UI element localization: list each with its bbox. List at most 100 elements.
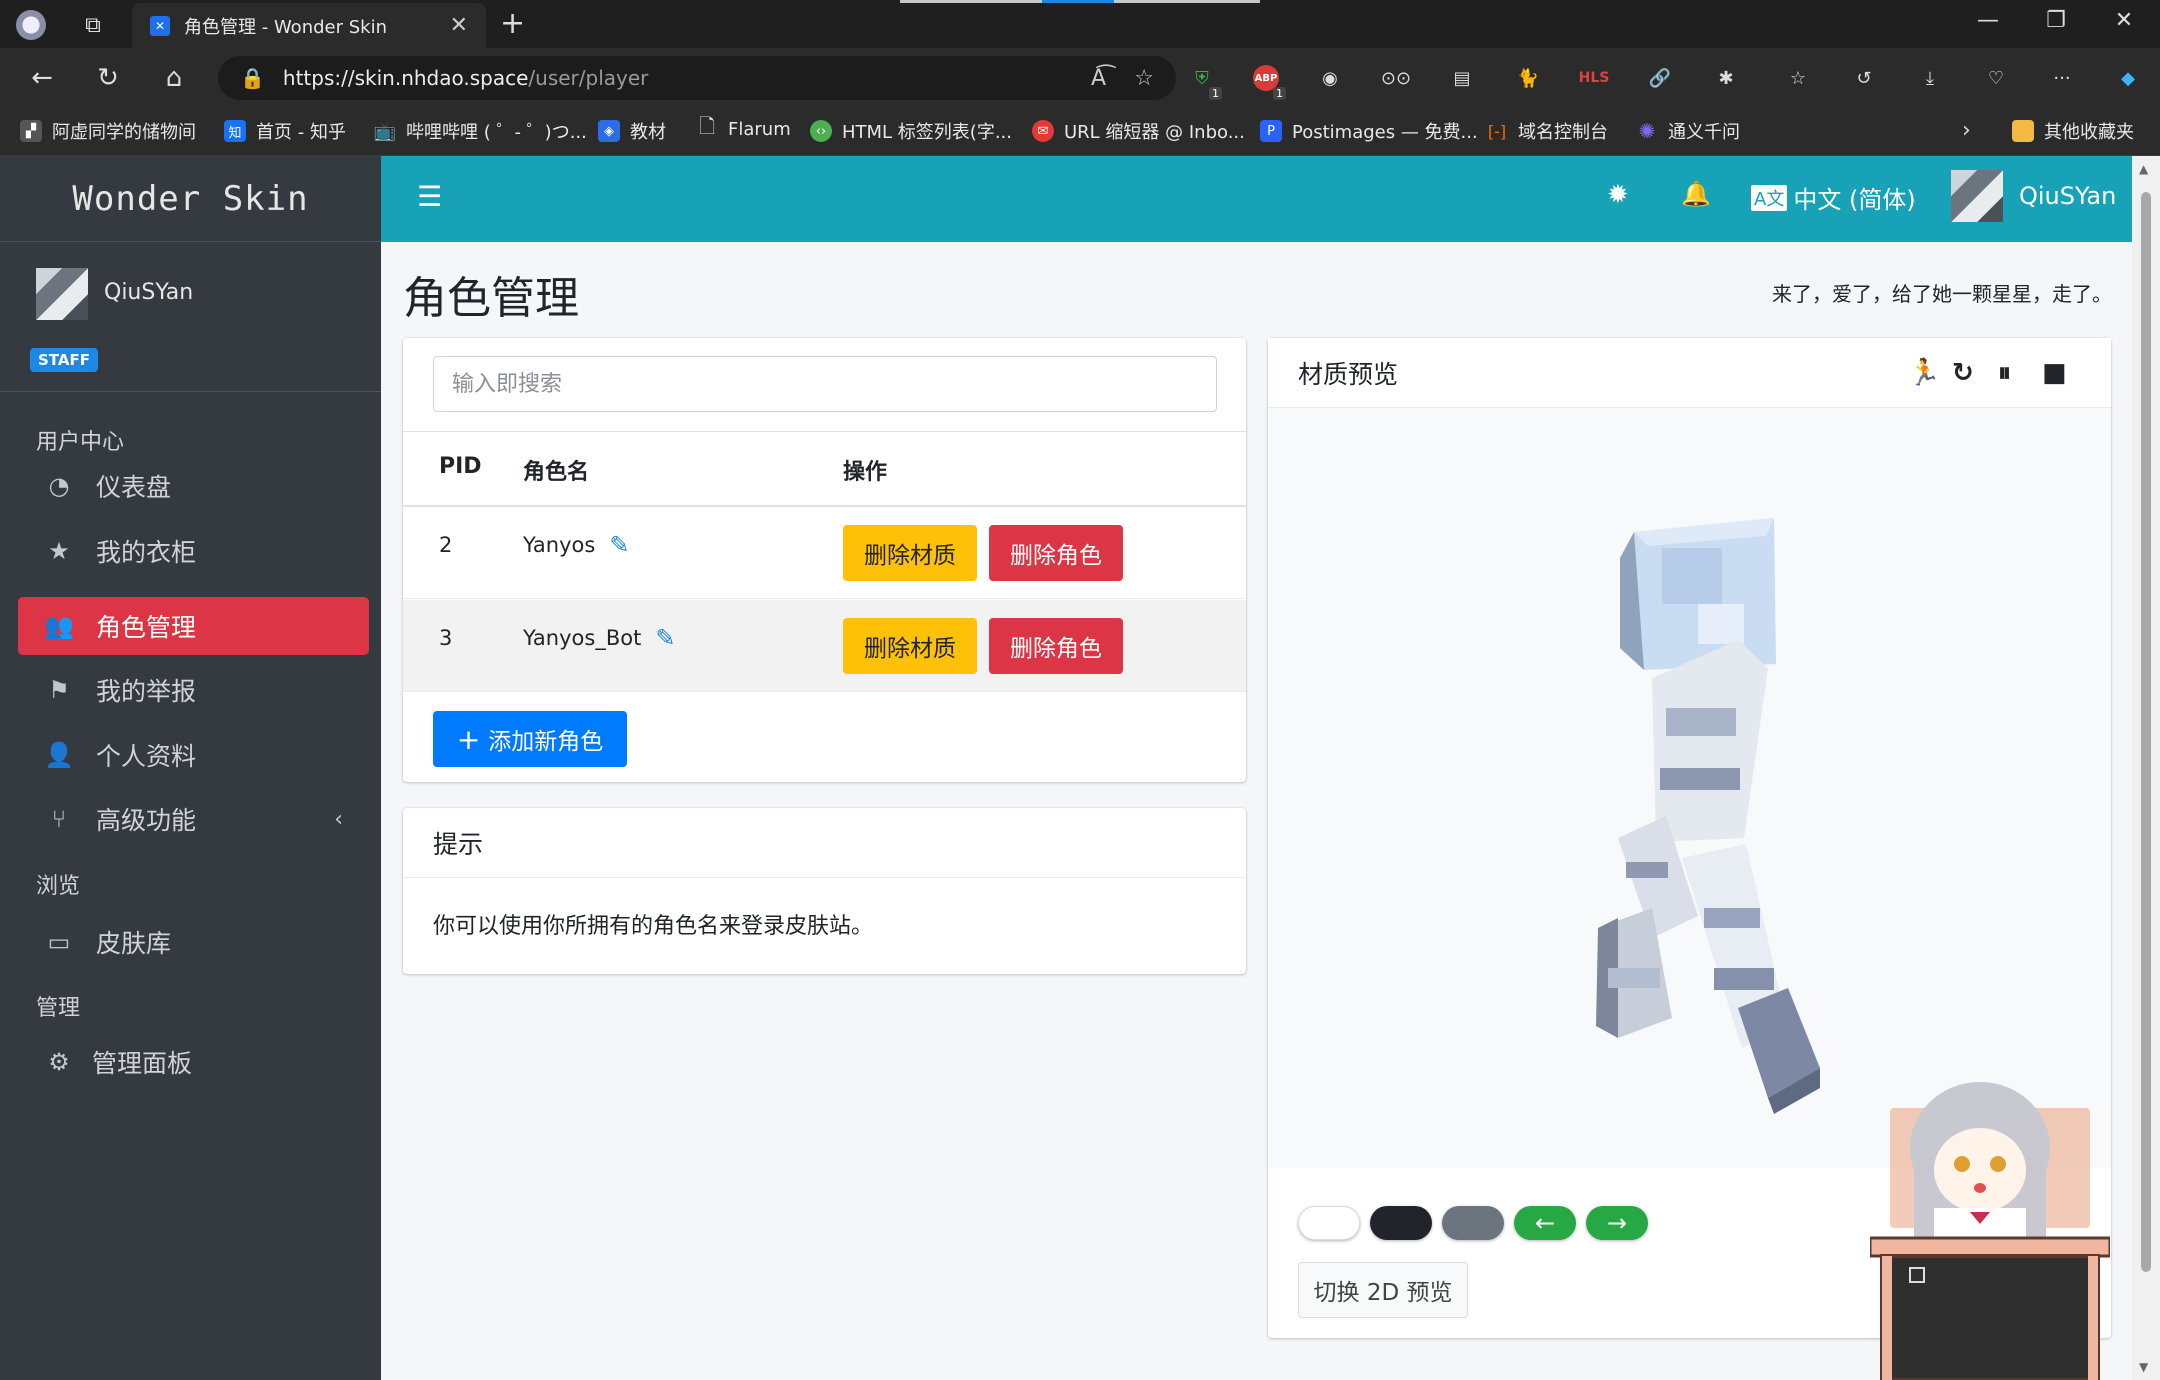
bookmark-item[interactable]: ▞ 阿虚同学的储物间 — [20, 118, 196, 144]
preview-title: 材质预览 — [1298, 359, 1399, 389]
arrow-left-icon: ← — [1534, 1209, 1556, 1237]
back-icon[interactable]: ← — [24, 60, 60, 96]
other-bookmarks[interactable]: 其他收藏夹 — [2012, 118, 2134, 144]
bookmarks-overflow-icon[interactable]: › — [1962, 118, 1971, 143]
reset-icon[interactable]: ↻ — [1952, 358, 1974, 388]
read-aloud-icon[interactable]: A͡ — [1091, 66, 1106, 91]
edit-icon[interactable]: ✎ — [655, 624, 675, 652]
minimize-icon[interactable]: — — [1968, 8, 2008, 33]
address-bar[interactable]: 🔒 https://skin.nhdao.space/user/player A… — [218, 56, 1176, 100]
table-row: 2 Yanyos ✎ 删除材质 删除角色 — [403, 507, 1246, 599]
bookmark-item[interactable]: 🗋 Flarum — [696, 114, 791, 140]
bookmark-item[interactable]: [-] 域名控制台 — [1486, 118, 1608, 144]
scroll-down-icon[interactable]: ▼ — [2139, 1360, 2148, 1374]
user-panel: QiuSYan STAFF — [0, 242, 381, 392]
bookmark-item[interactable]: ✉ URL 缩短器 @ Inbo... — [1032, 118, 1245, 144]
bookmark-item[interactable]: ✺ 通义千问 — [1636, 118, 1740, 144]
scroll-thumb[interactable] — [2141, 192, 2151, 1272]
bookmark-item[interactable]: ‹› HTML 标签列表(字... — [810, 118, 1012, 144]
extensions-puzzle-icon[interactable]: ✱ — [1710, 62, 1742, 94]
delete-player-button[interactable]: 删除角色 — [989, 618, 1123, 674]
mascot-image — [1868, 1082, 2112, 1380]
mascot-widget[interactable] — [1868, 1078, 2112, 1380]
avatar[interactable] — [36, 268, 88, 320]
bookmark-item[interactable]: ◈ 教材 — [598, 118, 666, 144]
restore-icon[interactable]: ❐ — [2036, 8, 2076, 33]
sidebar-item-profile[interactable]: 👤 个人资料 — [18, 726, 369, 784]
bg-black-button[interactable] — [1370, 1206, 1432, 1240]
lock-icon[interactable]: 🔒 — [240, 66, 265, 90]
notes-extension-icon[interactable]: ▤ — [1446, 62, 1478, 94]
sidebar-item-advanced[interactable]: ⑂ 高级功能 ‹ — [18, 790, 369, 848]
sidebar-item-dashboard[interactable]: ◔ 仪表盘 — [18, 457, 369, 515]
workspaces-icon[interactable]: ⧉ — [76, 8, 110, 42]
archive-icon: ▭ — [47, 928, 71, 956]
hls-extension-icon[interactable]: HLS — [1578, 62, 1610, 94]
next-background-button[interactable]: → — [1586, 1206, 1648, 1240]
sidebar-item-label: 管理面板 — [92, 1049, 193, 1078]
bg-gray-button[interactable] — [1442, 1206, 1504, 1240]
bookmark-item[interactable]: 知首页 - 知乎 — [224, 118, 346, 144]
running-icon[interactable]: 🏃 — [1908, 358, 1940, 388]
page-scrollbar[interactable]: ▲ ▼ — [2132, 156, 2160, 1380]
web-page: Wonder Skin QiuSYan STAFF 用户中心 ◔ 仪表盘 ★ 我的衣… — [0, 156, 2160, 1380]
player-pid: 2 — [439, 533, 453, 557]
bell-icon[interactable]: 🔔 — [1681, 180, 1711, 208]
profile-avatar-icon[interactable] — [14, 8, 48, 42]
sidebar-item-admin-panel[interactable]: ⚙ 管理面板 — [18, 1033, 369, 1091]
scroll-up-icon[interactable]: ▲ — [2139, 162, 2148, 176]
copilot-icon[interactable]: ◆ — [2112, 62, 2144, 94]
search-input[interactable] — [433, 356, 1217, 412]
tab-close-icon[interactable]: ✕ — [450, 13, 468, 38]
refresh-icon[interactable]: ↻ — [90, 60, 126, 96]
window-close-icon[interactable]: ✕ — [2104, 8, 2144, 33]
downloads-icon[interactable]: ⤓ — [1914, 62, 1946, 94]
user-menu[interactable]: QiuSYan — [1951, 170, 2116, 222]
cat-extension-icon[interactable]: 🐈 — [1512, 62, 1544, 94]
eyes-extension-icon[interactable]: ⊙⊙ — [1380, 62, 1412, 94]
tab-active[interactable]: ✕ 角色管理 - Wonder Skin ✕ — [132, 3, 486, 48]
hamburger-menu-icon[interactable]: ☰ — [417, 180, 442, 213]
home-icon[interactable]: ⌂ — [156, 60, 192, 96]
delete-texture-button[interactable]: 删除材质 — [843, 618, 977, 674]
sidebar-item-closet[interactable]: ★ 我的衣柜 — [18, 522, 369, 580]
bg-white-button[interactable] — [1298, 1206, 1360, 1240]
delete-player-button[interactable]: 删除角色 — [989, 525, 1123, 581]
bookmark-label: 域名控制台 — [1518, 122, 1608, 143]
sidebar-item-skinlib[interactable]: ▭ 皮肤库 — [18, 913, 369, 971]
brand-logo[interactable]: Wonder Skin — [0, 156, 381, 242]
performance-icon[interactable]: ♡ — [1980, 62, 2012, 94]
sidebar-item-reports[interactable]: ⚑ 我的举报 — [18, 661, 369, 719]
bookmarks-bar: ▞ 阿虚同学的储物间 知首页 - 知乎 📺 哔哩哔哩 ( ゜- ゜)つ... ◈ 教材… — [0, 108, 2160, 156]
shield-extension-icon[interactable]: ⛨ 1 — [1186, 62, 1222, 100]
delete-texture-button[interactable]: 删除材质 — [843, 525, 977, 581]
favorites-icon[interactable]: ☆ — [1782, 62, 1814, 94]
favorite-star-icon[interactable]: ☆ — [1134, 66, 1154, 91]
bookmark-item[interactable]: P Postimages — 免费... — [1260, 118, 1478, 144]
pause-icon[interactable]: ⏸ — [1998, 358, 2011, 389]
switch-2d-button[interactable]: 切换 2D 预览 — [1298, 1262, 1468, 1318]
sidebar-user-name[interactable]: QiuSYan — [104, 280, 193, 305]
skin-viewer-canvas[interactable] — [1268, 408, 2111, 1168]
top-navbar: ☰ ✹ 🔔 A文 中文 (简体) QiuSYan — [381, 156, 2132, 242]
bookmark-label: 首页 - 知乎 — [256, 122, 346, 143]
bookmark-label: HTML 标签列表(字... — [842, 122, 1012, 143]
new-tab-icon[interactable]: + — [500, 6, 525, 41]
sidebar-item-label: 我的衣柜 — [96, 538, 197, 567]
players-card: PID 角色名 操作 2 Yanyos ✎ 删除材质 删除角色 3 Yanyos… — [403, 338, 1246, 782]
more-menu-icon[interactable]: ··· — [2046, 62, 2078, 94]
theme-toggle-icon[interactable]: ✹ — [1607, 180, 1629, 210]
prev-background-button[interactable]: ← — [1514, 1206, 1576, 1240]
add-player-button[interactable]: + 添加新角色 — [433, 711, 627, 767]
tampermonkey-extension-icon[interactable]: ◉ — [1314, 62, 1346, 94]
bookmark-item[interactable]: 📺 哔哩哔哩 ( ゜- ゜)つ... — [374, 118, 587, 144]
sidebar-item-players[interactable]: 👥 角色管理 — [18, 597, 369, 655]
column-header-pid: PID — [439, 454, 482, 479]
edit-icon[interactable]: ✎ — [609, 531, 629, 559]
nav-header-user-center: 用户中心 — [36, 430, 125, 455]
history-icon[interactable]: ↺ — [1848, 62, 1880, 94]
language-switcher[interactable]: A文 中文 (简体) — [1751, 180, 1916, 215]
adblock-extension-icon[interactable]: ABP 1 — [1250, 62, 1286, 100]
stop-icon[interactable]: ■ — [2042, 358, 2067, 388]
link-extension-icon[interactable]: 🔗 — [1644, 62, 1676, 94]
